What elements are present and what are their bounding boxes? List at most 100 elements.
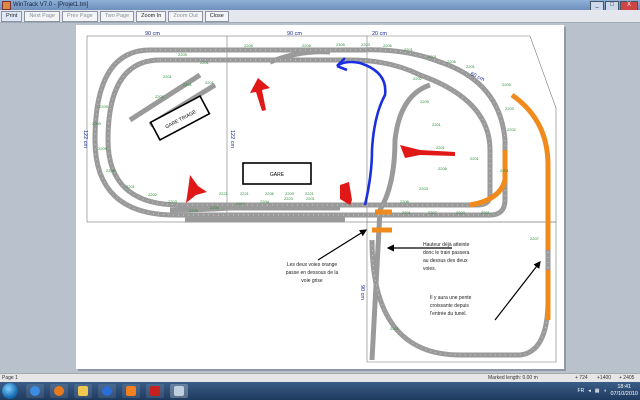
pdf-reader-icon[interactable] [146, 384, 164, 398]
track-code-label: 2206 [210, 205, 220, 210]
track-code-label: 2206 [106, 168, 116, 173]
coord-b: +1400 [597, 375, 612, 381]
track-code-label: 2201 [200, 60, 210, 65]
track-code-label: 2221 [219, 191, 229, 196]
wintrack-task-icon[interactable] [170, 384, 188, 398]
track-code-label: 2203 [168, 199, 178, 204]
svg-text:Les deux voies orange: Les deux voies orange [287, 262, 338, 268]
track-code-label: 2201 [402, 210, 412, 215]
track-code-label: 2204 [260, 199, 270, 204]
vlc-icon[interactable] [122, 384, 140, 398]
track-code-label: 2202 [507, 127, 517, 132]
clock-date: 07/10/2010 [610, 391, 638, 397]
clock[interactable]: 18:41 07/10/2010 [610, 384, 638, 398]
svg-text:122 cm: 122 cm [229, 130, 235, 148]
system-tray: FR ◂ ▦ ◖ 18:41 07/10/2010 [578, 383, 638, 399]
next-page-button[interactable]: Next Page [24, 10, 60, 22]
two-page-button[interactable]: Two Page [99, 10, 135, 22]
window-title: WinTrack V7.0 - [Projet1.tm] [13, 2, 89, 8]
track-code-label: 2209 [98, 146, 108, 151]
track-code-label: 2201 [481, 210, 491, 215]
title-bar: WinTrack V7.0 - [Projet1.tm] _ □ X [0, 0, 640, 11]
track-code-label: 2201 [306, 196, 316, 201]
svg-text:20 cm: 20 cm [372, 31, 387, 37]
svg-text:Hauteur déjà atteinte: Hauteur déjà atteinte [423, 242, 470, 248]
taskbar: FR ◂ ▦ ◖ 18:41 07/10/2010 [0, 382, 640, 400]
svg-text:90 cm: 90 cm [359, 285, 365, 300]
track-code-label: 2201 [404, 47, 414, 52]
language-indicator[interactable]: FR [578, 388, 585, 394]
blue-arrow [336, 57, 387, 206]
prev-page-button[interactable]: Prev Page [62, 10, 98, 22]
track-code-label: 2202 [413, 76, 423, 81]
track-code-label: 2203 [456, 210, 466, 215]
track-code-labels: 2205 2208 2206 2305 2203 2206 2201 2201 2206 2201… [92, 42, 540, 331]
track-code-label: 2201 [500, 168, 510, 173]
track-code-label: 2201 [432, 122, 442, 127]
svg-text:passe en dessous de la: passe en dessous de la [286, 270, 339, 276]
marked-length: Marked length: 0.00 m [488, 375, 538, 381]
note-orange-under-grey: Les deux voies orange passe en dessous d… [286, 262, 339, 284]
svg-text:l'entrée du tunel.: l'entrée du tunel. [430, 311, 467, 317]
track-code-label: 2206 [400, 199, 410, 204]
page-indicator: Page 1 [2, 375, 18, 381]
close-button[interactable]: Close [204, 10, 229, 22]
note-height-reached: Hauteur déjà atteinte donc le train pass… [423, 242, 470, 272]
track-plan-drawing: GARE TRIAGE GARE 90 cm 90 cm 20 cm 122 c… [82, 31, 557, 363]
track-code-label: 2203 [419, 186, 429, 191]
ie-icon[interactable] [26, 384, 44, 398]
track-code-label: 2207 [236, 201, 246, 206]
page-sheet: GARE TRIAGE GARE 90 cm 90 cm 20 cm 122 c… [76, 25, 564, 369]
svg-text:voies.: voies. [423, 266, 436, 272]
firefox-icon[interactable] [50, 384, 68, 398]
track-code-label: 2205 [502, 82, 512, 87]
track-code-label: 2203 [361, 42, 371, 47]
coord-a: + 724 [575, 375, 588, 381]
track-code-label: 2201 [436, 145, 446, 150]
svg-text:122 cm: 122 cm [82, 130, 88, 148]
zoom-out-button[interactable]: Zoom Out [168, 10, 203, 22]
track-code-label: 2223 [284, 196, 294, 201]
start-button[interactable] [2, 383, 18, 399]
track-code-label: 2201 [470, 156, 480, 161]
track-code-label: 2209 [420, 99, 430, 104]
track-code-label: 2207 [530, 236, 540, 241]
clock-time: 18:41 [617, 384, 632, 390]
svg-text:au dessus des deux: au dessus des deux [423, 258, 468, 264]
zoom-in-button[interactable]: Zoom In [136, 10, 167, 22]
media-player-icon[interactable] [98, 384, 116, 398]
track-code-label: 2206 [302, 43, 312, 48]
print-button[interactable]: Print [1, 10, 23, 22]
track-code-label: 2201 [205, 80, 215, 85]
svg-text:90 cm: 90 cm [287, 31, 302, 37]
track-code-label: 2203 [505, 106, 515, 111]
track-code-label: 2201 [390, 326, 400, 331]
track-code-label: 2201 [466, 64, 476, 69]
track-code-label: 2206 [438, 166, 448, 171]
track-code-label: 2206 [447, 59, 457, 64]
track-code-label: 2205 [178, 52, 188, 57]
folder-icon[interactable] [74, 384, 92, 398]
track-code-label: 2201 [126, 184, 136, 189]
svg-text:Il y aura une pente: Il y aura une pente [430, 295, 472, 301]
track-code-label: 2205 [189, 208, 199, 213]
svg-text:donc le train passera: donc le train passera [423, 250, 470, 256]
track-code-label: 2203 [155, 94, 165, 99]
preview-area[interactable]: GARE TRIAGE GARE 90 cm 90 cm 20 cm 122 c… [0, 23, 640, 373]
track-code-label: 2201 [183, 82, 193, 87]
svg-text:voie grise: voie grise [301, 278, 323, 284]
tray-arrow-icon[interactable]: ◂ [588, 388, 591, 394]
track-code-label: 2206 [265, 191, 275, 196]
track-code-label: 2201 [163, 74, 173, 79]
track-code-label: 2305 [336, 42, 346, 47]
track-code-label: 2202 [148, 192, 158, 197]
network-icon[interactable]: ▦ [595, 388, 600, 394]
volume-icon[interactable]: ◖ [603, 388, 606, 394]
print-preview-toolbar: Print Next Page Prev Page Two Page Zoom … [0, 10, 640, 23]
track-code-label: 2209 [92, 121, 102, 126]
track-code-label: 2209 [285, 191, 295, 196]
track-code-label: 2221 [240, 191, 250, 196]
station-gare: GARE [242, 162, 312, 185]
app-icon [2, 0, 11, 10]
svg-text:90 cm: 90 cm [145, 31, 160, 37]
